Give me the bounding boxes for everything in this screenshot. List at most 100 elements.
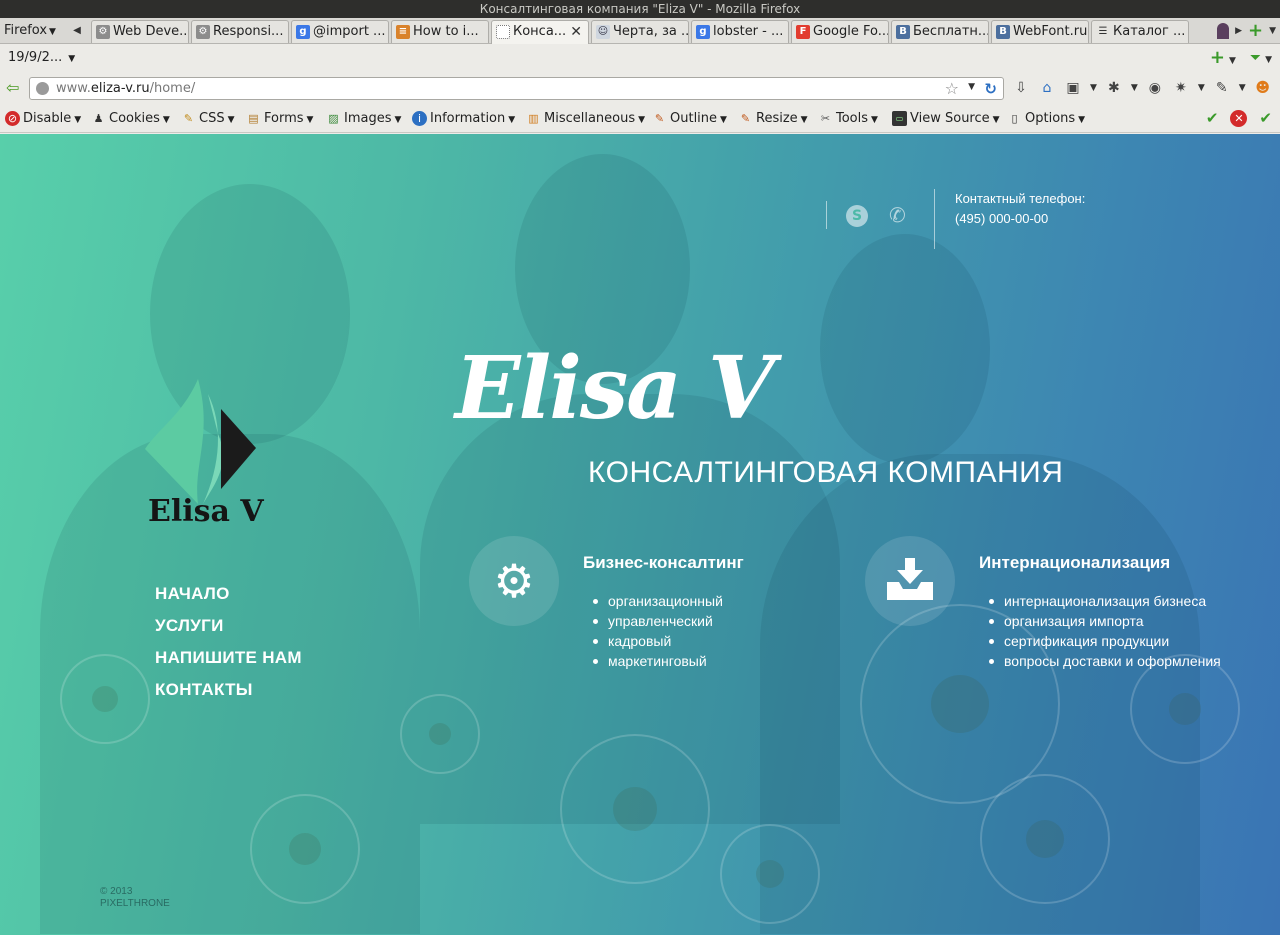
tab-catalog[interactable]: ☰ Каталог ... [1091, 20, 1189, 43]
tab-strip: Firefox ▼ ◀ ⚙ Web Deve... ⚙ Responsi... g… [0, 18, 1280, 44]
tab-list-chevron-icon[interactable]: ▼ [1269, 26, 1276, 36]
devtool-disable[interactable]: ⊘ Disable ▼ [5, 110, 81, 128]
date-bookmark[interactable]: 19/9/2... ▼ [8, 50, 75, 65]
window-titlebar: Консалтинговая компания "Eliza V" - Mozi… [0, 0, 1280, 18]
tab-web-developer[interactable]: ⚙ Web Deve... [91, 20, 189, 43]
disable-icon: ⊘ [5, 111, 20, 126]
tab-consulting-active[interactable]: Конса... ✕ [491, 20, 589, 44]
url-text: www.eliza-v.ru/home/ [56, 81, 196, 96]
tab-how-to[interactable]: ≡ How to i... [391, 20, 489, 43]
list-item: управленческий [593, 611, 723, 631]
background-flower [60, 654, 150, 744]
background-person-right [820, 234, 990, 464]
devtool-options[interactable]: ▯ Options ▼ [1007, 110, 1085, 128]
bookmark-row-controls: + ▼ ⏷ ▼ [1210, 49, 1272, 67]
service-list: интернационализация бизнеса организация … [989, 591, 1221, 671]
devtool-forms[interactable]: ▤ Forms ▼ [246, 110, 313, 128]
tools-icon: ✂ [820, 112, 831, 125]
list-item: организация импорта [989, 611, 1221, 631]
devtool-view-source[interactable]: ▭ View Source ▼ [892, 110, 1000, 128]
devtool-status: ✔ ✕ ✔ [1206, 110, 1272, 127]
devtool-images[interactable]: ▨ Images ▼ [326, 110, 401, 128]
cookies-icon: ♟ [93, 112, 104, 125]
user-icon[interactable]: ☻ [1254, 79, 1272, 97]
bookmark-row: 19/9/2... ▼ + ▼ ⏷ ▼ [0, 44, 1280, 73]
google-icon: g [296, 25, 310, 39]
firefox-menu-button[interactable]: Firefox ▼ [4, 21, 56, 41]
screenshot-icon[interactable]: ◉ [1146, 79, 1164, 97]
service-business-consulting: ⚙ Бизнес-консалтинг организационный упра… [469, 536, 849, 676]
add-bookmark-plus-icon[interactable]: + ▼ [1210, 49, 1236, 67]
tab-scroll-left-icon[interactable]: ◀ [70, 22, 84, 40]
tabstrip-controls: ▶ + ▼ [1217, 21, 1276, 41]
devtool-cookies[interactable]: ♟ Cookies ▼ [91, 110, 170, 128]
forms-icon: ▤ [248, 112, 259, 125]
divider [826, 201, 827, 229]
bookmark-star-icon[interactable]: ☆ [945, 79, 959, 98]
tab-google-fonts[interactable]: F Google Fo... [791, 20, 889, 43]
stackoverflow-icon: ≡ [396, 25, 410, 39]
user-icon: ☺ [596, 25, 610, 39]
check-icon[interactable]: ✔ [1259, 110, 1272, 127]
hero-subtitle: КОНСАЛТИНГОВАЯ КОМПАНИЯ [588, 456, 1064, 489]
url-bar[interactable]: www.eliza-v.ru/home/ ☆ ▼ ↻ [29, 77, 1004, 100]
tab-besplatnye[interactable]: B Бесплатн... [891, 20, 989, 43]
funnel-icon[interactable]: ⏷ ▼ [1250, 50, 1272, 66]
footer-brand[interactable]: PIXELTHRONE [100, 898, 170, 910]
url-history-chevron-icon[interactable]: ▼ [968, 82, 975, 92]
background-flower [720, 824, 820, 924]
phone-icon[interactable]: ✆ [889, 203, 906, 227]
nav-item-home[interactable]: НАЧАЛО [155, 582, 302, 614]
nav-item-write-us[interactable]: НАПИШИТЕ НАМ [155, 646, 302, 678]
copyright-text: © 2013 [100, 886, 133, 897]
list-item: вопросы доставки и оформления [989, 651, 1221, 671]
header-contact: S ✆ Контактный телефон: (495) 000-00-00 [825, 189, 1125, 249]
new-tab-plus-icon[interactable]: + [1248, 22, 1263, 40]
overflow-tab-icon[interactable] [1217, 23, 1230, 39]
service-list: организационный управленческий кадровый … [593, 591, 723, 671]
images-icon: ▨ [328, 112, 339, 125]
home-icon[interactable]: ⌂ [1038, 79, 1056, 97]
error-x-icon[interactable]: ✕ [1230, 110, 1248, 127]
divider [934, 189, 935, 249]
devtool-tools[interactable]: ✂ Tools ▼ [818, 110, 878, 128]
contact-phone-number: (495) 000-00-00 [955, 211, 1049, 226]
nav-item-contacts[interactable]: КОНТАКТЫ [155, 678, 302, 710]
devtool-miscellaneous[interactable]: ▥ Miscellaneous ▼ [526, 110, 645, 128]
background-flower [400, 694, 480, 774]
devtool-outline[interactable]: ✎ Outline ▼ [652, 110, 727, 128]
vk-icon: B [996, 25, 1010, 39]
devtool-css[interactable]: ✎ CSS ▼ [181, 110, 235, 128]
back-arrow-icon[interactable]: ⇦ [6, 80, 19, 96]
devtool-information[interactable]: i Information ▼ [412, 110, 515, 128]
color-picker-icon[interactable]: ✎ [1213, 79, 1231, 97]
devtool-resize[interactable]: ✎ Resize ▼ [738, 110, 808, 128]
hero-title: Elisa V [455, 338, 775, 439]
outline-icon: ✎ [654, 112, 665, 125]
reload-icon[interactable]: ↻ [984, 80, 997, 98]
inbox-download-icon [887, 558, 933, 600]
service-title: Интернационализация [979, 553, 1171, 572]
skype-icon[interactable]: S [846, 205, 868, 227]
logo-text[interactable]: Elisa V [148, 494, 264, 529]
check-icon[interactable]: ✔ [1206, 110, 1219, 127]
gear-icon: ⚙ [196, 25, 210, 39]
bookmarks-menu-icon[interactable]: ▣ [1064, 79, 1082, 97]
miscellaneous-icon: ▥ [528, 112, 539, 125]
firebug-icon[interactable]: ✷ [1172, 79, 1190, 97]
nav-item-services[interactable]: УСЛУГИ [155, 614, 302, 646]
window-title: Консалтинговая компания "Eliza V" - Mozi… [479, 2, 801, 16]
tab-responsive[interactable]: ⚙ Responsi... [191, 20, 289, 43]
download-arrow-icon[interactable]: ⇩ [1012, 79, 1030, 97]
view-source-icon: ▭ [892, 111, 907, 126]
tab-scroll-right-icon[interactable]: ▶ [1235, 26, 1242, 36]
list-item: кадровый [593, 631, 723, 651]
gear-icon: ⚙ [96, 25, 110, 39]
tab-lobster[interactable]: g lobster - ... [691, 20, 789, 43]
tab-webfont[interactable]: B WebFont.ru [991, 20, 1089, 43]
close-tab-icon[interactable]: ✕ [570, 21, 582, 43]
navigation-bar: ⇦ www.eliza-v.ru/home/ ☆ ▼ ↻ ⇩ ⌂ ▣ ▼ ✱ ▼ ◉… [0, 73, 1280, 104]
star-burst-icon[interactable]: ✱ [1105, 79, 1123, 97]
tab-import[interactable]: g @import ... [291, 20, 389, 43]
tab-cherta[interactable]: ☺ Черта, за ... [591, 20, 689, 43]
